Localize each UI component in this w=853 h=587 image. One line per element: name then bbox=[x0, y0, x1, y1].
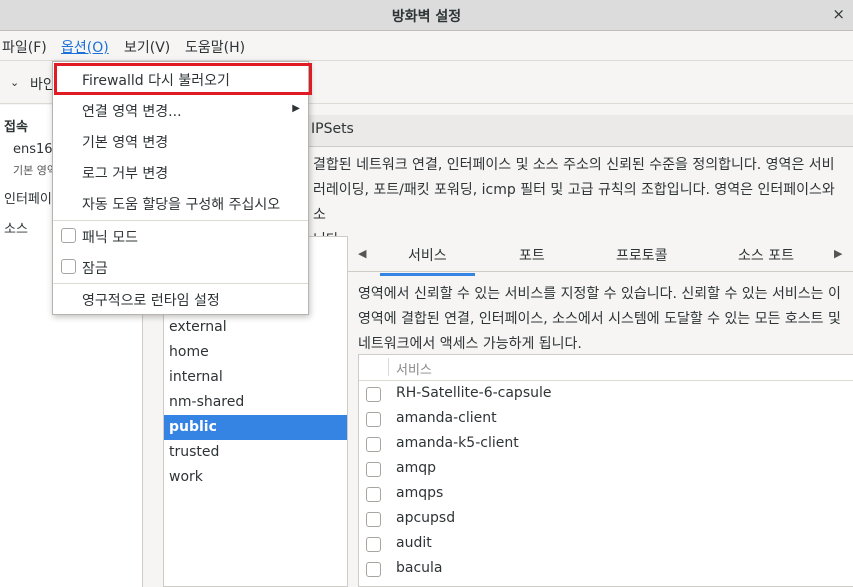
service-checkbox[interactable] bbox=[366, 437, 381, 452]
zone-item-work[interactable]: work bbox=[164, 465, 347, 490]
menu-help[interactable]: 도움말(H) bbox=[185, 37, 245, 57]
service-name: amqp bbox=[396, 460, 436, 476]
service-checkbox[interactable] bbox=[366, 562, 381, 577]
options-menu: Firewalld 다시 불러오기 연결 영역 변경... ▶ 기본 영역 변경… bbox=[52, 61, 309, 315]
services-desc-line1: 영역에서 신뢰할 수 있는 서비스를 지정할 수 있습니다. 신뢰할 수 있는 … bbox=[358, 286, 841, 302]
table-row[interactable]: audit bbox=[359, 532, 853, 557]
zone-item-nm-shared[interactable]: nm-shared bbox=[164, 390, 347, 415]
table-row[interactable]: amanda-k5-client bbox=[359, 432, 853, 457]
lockdown-checkbox[interactable] bbox=[61, 259, 76, 274]
service-name: amanda-client bbox=[396, 410, 497, 426]
services-table-header: 서비스 bbox=[359, 355, 853, 381]
zone-item-public[interactable]: public bbox=[164, 415, 347, 440]
zone-item-internal[interactable]: internal bbox=[164, 365, 347, 390]
tab-ports[interactable]: 포트 bbox=[519, 245, 545, 265]
service-checkbox[interactable] bbox=[366, 462, 381, 477]
services-table: 서비스 RH-Satellite-6-capsule amanda-client… bbox=[358, 354, 853, 587]
menu-options[interactable]: 옵션(O) bbox=[61, 37, 109, 57]
service-name: bacula bbox=[396, 560, 443, 576]
menu-file[interactable]: 파일(F) bbox=[2, 37, 47, 57]
menu-item-panic-mode[interactable]: 패닉 모드 bbox=[53, 221, 308, 252]
menu-item-label: 자동 도움 할당을 구성해 주십시오 bbox=[82, 197, 281, 213]
service-name: apcupsd bbox=[396, 510, 456, 526]
connection-item[interactable]: ens16 bbox=[13, 142, 53, 157]
connection-zone-label: 기본 영역 bbox=[13, 164, 57, 177]
tab-source-ports[interactable]: 소스 포트 bbox=[738, 245, 794, 265]
menu-item-change-connection-zone[interactable]: 연결 영역 변경... ▶ bbox=[53, 95, 308, 126]
service-checkbox[interactable] bbox=[366, 387, 381, 402]
zone-item-external[interactable]: external bbox=[164, 315, 347, 340]
tab-scroll-left-icon[interactable]: ◀ bbox=[358, 247, 366, 260]
services-column-header[interactable]: 서비스 bbox=[396, 359, 432, 378]
close-icon[interactable]: × bbox=[832, 5, 845, 23]
table-row[interactable]: RH-Satellite-6-capsule bbox=[359, 382, 853, 407]
window-titlebar: 방화벽 설정 × bbox=[0, 0, 853, 31]
menu-item-label: 로그 거부 변경 bbox=[82, 166, 169, 182]
table-row[interactable]: apcupsd bbox=[359, 507, 853, 532]
service-checkbox[interactable] bbox=[366, 512, 381, 527]
services-description: 영역에서 신뢰할 수 있는 서비스를 지정할 수 있습니다. 신뢰할 수 있는 … bbox=[358, 282, 848, 357]
services-desc-line2: 영역에 결합된 연결, 인터페이스, 소스에서 시스템에 도달할 수 있는 모든… bbox=[358, 311, 841, 327]
subtab-bar: ◀ 서비스 포트 프로토콜 소스 포트 ▶ bbox=[348, 236, 853, 276]
menu-item-label: 연결 영역 변경... bbox=[82, 104, 182, 120]
service-checkbox[interactable] bbox=[366, 487, 381, 502]
annotation-highlight-box bbox=[54, 63, 312, 95]
menu-view[interactable]: 보기(V) bbox=[124, 37, 170, 57]
interfaces-heading: 인터페이 bbox=[4, 192, 52, 207]
tab-ipsets[interactable]: IPSets bbox=[311, 121, 354, 137]
menu-item-label: 잠금 bbox=[82, 261, 108, 277]
header-divider bbox=[388, 358, 389, 376]
panic-mode-checkbox[interactable] bbox=[61, 228, 76, 243]
zone-item-home[interactable]: home bbox=[164, 340, 347, 365]
service-name: audit bbox=[396, 535, 432, 551]
window-title: 방화벽 설정 bbox=[391, 9, 462, 25]
service-checkbox[interactable] bbox=[366, 537, 381, 552]
chevron-down-icon: ⌄ bbox=[10, 76, 20, 89]
sources-heading: 소스 bbox=[4, 222, 28, 237]
table-row[interactable]: amqp bbox=[359, 457, 853, 482]
service-checkbox[interactable] bbox=[366, 412, 381, 427]
connections-heading: 접속 bbox=[4, 120, 28, 135]
menu-item-runtime-to-permanent[interactable]: 영구적으로 런타임 설정 bbox=[53, 284, 308, 315]
menu-item-configure-auto-helpers[interactable]: 자동 도움 할당을 구성해 주십시오 bbox=[53, 188, 308, 219]
menu-item-change-default-zone[interactable]: 기본 영역 변경 bbox=[53, 126, 308, 157]
service-name: RH-Satellite-6-capsule bbox=[396, 385, 552, 401]
menu-item-label: 패닉 모드 bbox=[82, 230, 138, 246]
submenu-arrow-icon: ▶ bbox=[292, 103, 300, 114]
tab-scroll-right-icon[interactable]: ▶ bbox=[834, 247, 842, 260]
table-row[interactable]: amanda-client bbox=[359, 407, 853, 432]
menu-item-label: 영구적으로 런타임 설정 bbox=[82, 293, 220, 309]
table-row[interactable]: amqps bbox=[359, 482, 853, 507]
menu-item-change-log-denied[interactable]: 로그 거부 변경 bbox=[53, 157, 308, 188]
menu-item-lockdown[interactable]: 잠금 bbox=[53, 252, 308, 283]
table-row[interactable]: bacula bbox=[359, 557, 853, 582]
service-name: amqps bbox=[396, 485, 444, 501]
zone-item-trusted[interactable]: trusted bbox=[164, 440, 347, 465]
zone-settings-pane: ◀ 서비스 포트 프로토콜 소스 포트 ▶ 영역에서 신뢰할 수 있는 서비스를… bbox=[347, 236, 853, 587]
service-name: amanda-k5-client bbox=[396, 435, 519, 451]
tab-services[interactable]: 서비스 bbox=[380, 245, 475, 276]
menubar: 파일(F) 옵션(O) 보기(V) 도움말(H) bbox=[0, 31, 853, 61]
menu-item-label: 기본 영역 변경 bbox=[82, 135, 169, 151]
tab-protocols[interactable]: 프로토콜 bbox=[616, 245, 668, 265]
